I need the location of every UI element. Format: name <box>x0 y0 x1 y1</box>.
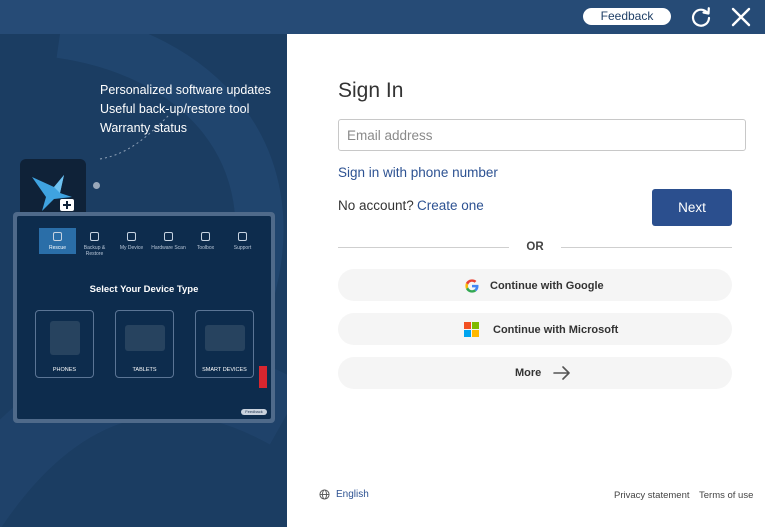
connector-dot <box>93 182 100 189</box>
preview-nav-item: Toolbox <box>187 228 224 254</box>
language-label: English <box>336 489 369 500</box>
create-account-link[interactable]: Create one <box>417 198 484 213</box>
lenovo-logo <box>259 366 267 388</box>
preview-nav-item: Rescue <box>39 228 76 254</box>
signin-panel: Sign In Sign in with phone number No acc… <box>287 34 765 527</box>
title-bar: Feedback <box>0 0 765 34</box>
divider <box>338 247 509 248</box>
arrow-right-icon <box>553 366 571 380</box>
close-icon[interactable] <box>729 5 753 29</box>
page-title: Sign In <box>338 79 404 102</box>
vr-headset-icon <box>205 325 245 351</box>
microsoft-icon <box>464 322 479 337</box>
preview-nav: Rescue Backup & Restore My Device Hardwa… <box>39 228 261 257</box>
rescue-icon <box>53 232 62 241</box>
preview-device-card: PHONES <box>35 310 94 378</box>
email-field[interactable] <box>338 119 746 151</box>
preview-device-card: TABLETS <box>115 310 174 378</box>
feature-item: Personalized software updates <box>100 83 271 97</box>
preview-feedback: Feedback <box>241 409 267 415</box>
backup-icon <box>90 232 99 241</box>
preview-heading: Select Your Device Type <box>89 284 199 295</box>
no-account-label: No account? <box>338 198 414 213</box>
google-icon <box>465 279 479 293</box>
hardware-icon <box>164 232 173 241</box>
promo-panel: Personalized software updates Useful bac… <box>0 34 287 527</box>
more-label: More <box>515 367 542 379</box>
microsoft-signin-button[interactable]: Continue with Microsoft <box>338 313 732 345</box>
preview-nav-item: Backup & Restore <box>76 228 113 257</box>
google-signin-label: Continue with Google <box>490 280 604 292</box>
privacy-link[interactable]: Privacy statement <box>614 490 690 501</box>
feature-list: Personalized software updates Useful bac… <box>100 81 271 138</box>
feature-item: Useful back-up/restore tool <box>100 102 250 116</box>
language-selector[interactable]: English <box>319 489 369 500</box>
preview-nav-item: Hardware Scan <box>150 228 187 254</box>
preview-device-card: SMART DEVICES <box>195 310 254 378</box>
or-label: OR <box>526 241 544 253</box>
feature-item: Warranty status <box>100 121 188 135</box>
app-preview: Rescue Backup & Restore My Device Hardwa… <box>13 212 275 423</box>
toolbox-icon <box>201 232 210 241</box>
globe-icon <box>319 489 330 500</box>
next-button[interactable]: Next <box>652 189 732 226</box>
microsoft-signin-label: Continue with Microsoft <box>493 323 619 336</box>
app-preview-screen: Rescue Backup & Restore My Device Hardwa… <box>17 216 271 419</box>
preview-nav-item: Support <box>224 228 261 254</box>
phone-signin-link[interactable]: Sign in with phone number <box>338 165 498 180</box>
phone-icon <box>50 321 80 355</box>
more-options-button[interactable]: More <box>338 357 732 389</box>
preview-nav-item: My Device <box>113 228 150 254</box>
tablet-icon <box>125 325 165 351</box>
google-signin-button[interactable]: Continue with Google <box>338 269 732 301</box>
divider <box>561 247 732 248</box>
device-icon <box>127 232 136 241</box>
refresh-icon[interactable] <box>689 5 713 29</box>
support-icon <box>238 232 247 241</box>
feedback-button[interactable]: Feedback <box>583 8 671 25</box>
terms-link[interactable]: Terms of use <box>699 490 753 501</box>
